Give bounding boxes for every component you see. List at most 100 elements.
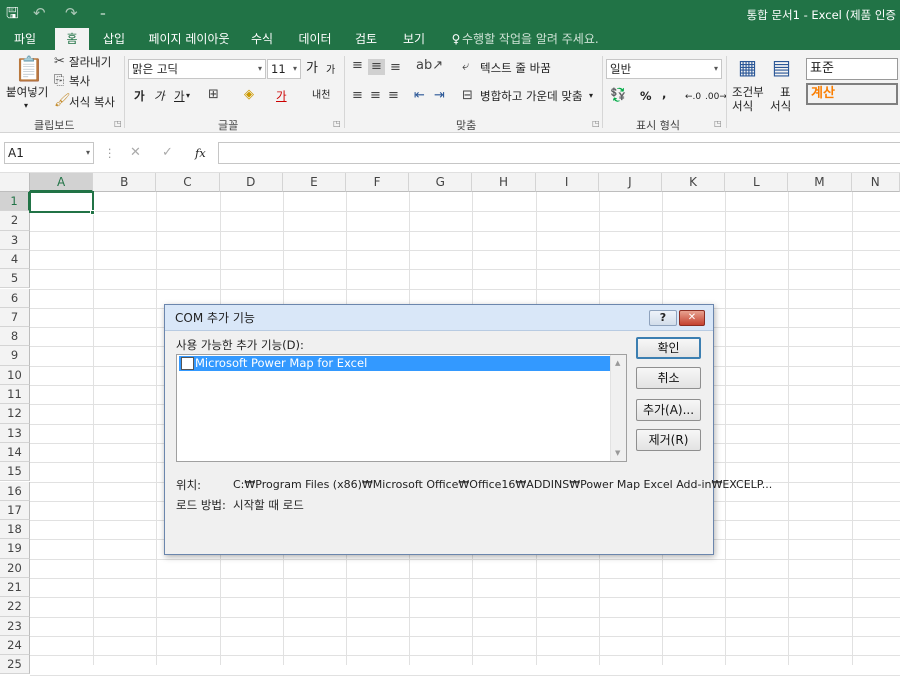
redo-icon[interactable]: ↷ (65, 4, 78, 22)
style-calculation[interactable]: 계산 (806, 83, 898, 105)
percent-button[interactable]: % (640, 88, 652, 104)
column-header[interactable]: H (472, 173, 536, 192)
row-header[interactable]: 14 (0, 442, 30, 463)
column-header[interactable]: B (93, 173, 157, 192)
column-header[interactable]: C (156, 173, 220, 192)
row-header[interactable]: 19 (0, 539, 30, 559)
number-launcher-icon[interactable]: ◳ (714, 119, 722, 128)
tab-data[interactable]: 데이터 (294, 28, 336, 50)
row-header[interactable]: 23 (0, 616, 30, 636)
customize-icon[interactable]: ₌ (100, 4, 106, 22)
tab-page-layout[interactable]: 페이지 레이아웃 (144, 28, 234, 50)
font-size-select[interactable]: 11 ▾ (267, 59, 301, 79)
close-button[interactable]: ✕ (679, 310, 705, 326)
font-name-select[interactable]: 맑은 고딕 ▾ (128, 59, 266, 79)
row-header[interactable]: 24 (0, 635, 30, 656)
row-header[interactable]: 9 (0, 346, 30, 366)
tab-home[interactable]: 홈 (55, 28, 89, 50)
column-header[interactable]: N (851, 173, 900, 192)
align-top-icon[interactable]: ≡ (352, 58, 363, 74)
align-left-icon[interactable]: ≡ (352, 88, 363, 104)
underline-button[interactable]: 가 (174, 88, 185, 104)
column-header[interactable]: F (346, 173, 410, 192)
align-right-icon[interactable]: ≡ (388, 88, 399, 104)
align-bottom-icon[interactable]: ≡ (390, 60, 401, 76)
column-header[interactable]: L (725, 173, 789, 192)
row-header[interactable]: 8 (0, 327, 30, 347)
cancel-button[interactable]: 취소 (636, 367, 701, 389)
clipboard-launcher-icon[interactable]: ◳ (114, 119, 122, 128)
comma-button[interactable]: , (662, 86, 666, 102)
orientation-icon[interactable]: ab↗ (416, 58, 443, 74)
row-header[interactable]: 2 (0, 211, 30, 231)
scroll-up-icon[interactable]: ▲ (615, 355, 620, 371)
align-center-icon[interactable]: ≡ (370, 88, 381, 104)
addin-checkbox[interactable] (181, 357, 194, 370)
row-header[interactable]: 5 (0, 269, 30, 289)
row-header[interactable]: 1 (0, 192, 30, 212)
row-header[interactable]: 7 (0, 307, 30, 328)
decrease-decimal-icon[interactable]: .00→ (705, 89, 727, 105)
tell-me-box[interactable]: 수행할 작업을 알려 주세요. (462, 28, 599, 50)
list-item[interactable]: Microsoft Power Map for Excel (179, 356, 610, 371)
row-header[interactable]: 3 (0, 230, 30, 250)
fill-handle[interactable] (90, 210, 95, 215)
increase-indent-icon[interactable]: ⇥ (434, 88, 445, 104)
tab-review[interactable]: 검토 (348, 28, 384, 50)
row-header[interactable]: 10 (0, 365, 30, 385)
align-middle-icon[interactable]: ≡ (368, 59, 385, 75)
scroll-down-icon[interactable]: ▼ (615, 445, 620, 461)
row-header[interactable]: 11 (0, 385, 30, 405)
row-header[interactable]: 17 (0, 500, 30, 521)
font-color-button[interactable]: 가 (276, 88, 287, 104)
row-header[interactable]: 18 (0, 520, 30, 540)
font-launcher-icon[interactable]: ◳ (333, 119, 341, 128)
row-header[interactable]: 12 (0, 404, 30, 424)
cancel-icon[interactable]: ✕ (130, 145, 141, 161)
alignment-launcher-icon[interactable]: ◳ (592, 119, 600, 128)
row-header[interactable]: 21 (0, 578, 30, 598)
row-header[interactable]: 6 (0, 288, 30, 308)
column-header[interactable]: M (788, 173, 852, 192)
number-format-select[interactable]: 일반 ▾ (606, 59, 722, 79)
row-header[interactable]: 16 (0, 481, 30, 501)
increase-decimal-icon[interactable]: ←.0 (685, 89, 701, 105)
column-header[interactable]: J (598, 173, 662, 192)
list-scrollbar[interactable]: ▲ ▼ (610, 355, 626, 461)
enter-icon[interactable]: ✓ (162, 145, 173, 161)
formula-input[interactable] (218, 142, 900, 164)
row-header[interactable]: 20 (0, 558, 30, 578)
active-cell-a1[interactable] (29, 191, 94, 213)
column-header[interactable]: E (282, 173, 346, 192)
help-button[interactable]: ? (649, 310, 677, 326)
tab-file[interactable]: 파일 (6, 28, 44, 50)
save-icon[interactable]: 🖫 (6, 4, 19, 22)
row-header[interactable]: 15 (0, 462, 30, 482)
currency-icon[interactable]: 💱 (610, 88, 626, 104)
ok-button[interactable]: 확인 (636, 337, 701, 359)
tab-formulas[interactable]: 수식 (244, 28, 280, 50)
select-all-corner[interactable] (0, 173, 30, 192)
style-normal[interactable]: 표준 (806, 58, 898, 80)
column-header[interactable]: G (409, 173, 473, 192)
phonetic-button[interactable]: 내천 (312, 88, 330, 104)
row-header[interactable]: 4 (0, 249, 30, 270)
column-header[interactable]: D (219, 173, 283, 192)
column-header[interactable]: A (30, 173, 94, 192)
row-header[interactable]: 13 (0, 423, 30, 443)
name-box[interactable]: A1 ▾ (4, 142, 94, 164)
fill-color-icon[interactable]: ◈ (244, 87, 254, 103)
tab-view[interactable]: 보기 (396, 28, 432, 50)
column-header[interactable]: K (662, 173, 726, 192)
tab-insert[interactable]: 삽입 (96, 28, 132, 50)
undo-icon[interactable]: ↶ (33, 4, 46, 22)
bold-button[interactable]: 가 (134, 88, 145, 104)
grow-font-button[interactable]: 가 (306, 61, 318, 77)
italic-button[interactable]: 가 (154, 88, 165, 104)
add-button[interactable]: 추가(A)... (636, 399, 701, 421)
insert-function-icon[interactable]: fx (195, 145, 206, 161)
borders-icon[interactable]: ⊞ (208, 87, 219, 103)
row-header[interactable]: 22 (0, 597, 30, 617)
addins-list[interactable]: Microsoft Power Map for Excel ▲ ▼ (176, 354, 627, 462)
column-header[interactable]: I (535, 173, 599, 192)
